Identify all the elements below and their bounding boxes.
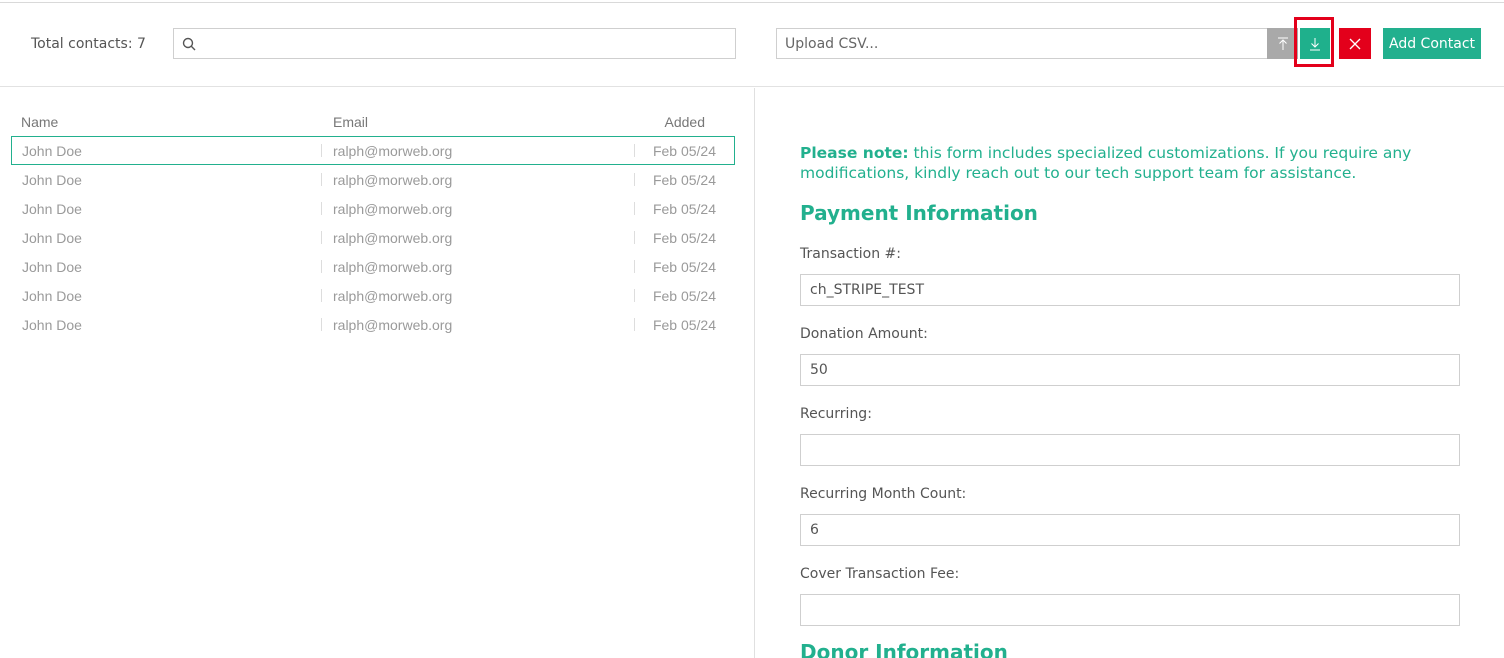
download-button-highlight	[1294, 17, 1334, 67]
contact-email: ralph@morweb.org	[333, 143, 453, 159]
column-divider	[321, 173, 322, 186]
column-divider	[634, 231, 635, 244]
search-input[interactable]	[204, 29, 729, 58]
donation-amount-field[interactable]: 50	[800, 354, 1460, 386]
note-emphasis: Please note:	[800, 144, 909, 162]
table-row[interactable]: John Doe ralph@morweb.org Feb 05/24	[11, 252, 735, 281]
contact-name: John Doe	[22, 201, 82, 217]
column-divider	[321, 260, 322, 273]
column-divider	[321, 318, 322, 331]
contact-email: ralph@morweb.org	[333, 201, 453, 217]
contact-added-date: Feb 05/24	[652, 288, 716, 304]
add-contact-button[interactable]: Add Contact	[1383, 28, 1481, 59]
column-divider	[634, 260, 635, 273]
column-divider	[321, 231, 322, 244]
cover-transaction-fee-label: Cover Transaction Fee:	[800, 566, 960, 582]
table-row[interactable]: John Doe ralph@morweb.org Feb 05/24	[11, 136, 735, 165]
contact-email: ralph@morweb.org	[333, 288, 453, 304]
column-header-email[interactable]: Email	[333, 114, 368, 130]
customization-note: Please note: this form includes speciali…	[800, 143, 1420, 183]
contact-added-date: Feb 05/24	[652, 172, 716, 188]
recurring-label: Recurring:	[800, 406, 872, 422]
transaction-number-value: ch_STRIPE_TEST	[810, 282, 924, 298]
close-icon	[1349, 38, 1361, 49]
recurring-month-count-label: Recurring Month Count:	[800, 486, 967, 502]
column-divider	[634, 173, 635, 186]
upload-csv-placeholder: Upload CSV...	[785, 36, 879, 52]
column-divider	[634, 144, 635, 157]
column-divider	[634, 202, 635, 215]
search-icon	[182, 37, 196, 51]
contacts-table-body: John Doe ralph@morweb.org Feb 05/24 John…	[11, 136, 735, 339]
upload-arrow-icon	[1277, 37, 1288, 50]
contact-email: ralph@morweb.org	[333, 230, 453, 246]
contact-name: John Doe	[22, 230, 82, 246]
column-divider	[634, 318, 635, 331]
total-contacts-count: Total contacts: 7	[31, 36, 146, 52]
table-row[interactable]: John Doe ralph@morweb.org Feb 05/24	[11, 281, 735, 310]
recurring-field[interactable]	[800, 434, 1460, 466]
transaction-number-field[interactable]: ch_STRIPE_TEST	[800, 274, 1460, 306]
contact-email: ralph@morweb.org	[333, 172, 453, 188]
clear-button[interactable]	[1339, 28, 1371, 59]
cover-transaction-fee-field[interactable]	[800, 594, 1460, 626]
contact-email: ralph@morweb.org	[333, 259, 453, 275]
contact-name: John Doe	[22, 172, 82, 188]
search-box[interactable]	[173, 28, 736, 59]
contact-name: John Doe	[22, 288, 82, 304]
column-divider	[321, 144, 322, 157]
column-divider	[634, 289, 635, 302]
table-row[interactable]: John Doe ralph@morweb.org Feb 05/24	[11, 223, 735, 252]
column-header-name[interactable]: Name	[21, 114, 58, 130]
contact-name: John Doe	[22, 259, 82, 275]
transaction-number-label: Transaction #:	[800, 246, 901, 262]
recurring-month-count-value: 6	[810, 522, 819, 538]
column-header-added[interactable]: Added	[665, 114, 705, 130]
column-divider	[321, 202, 322, 215]
contact-email: ralph@morweb.org	[333, 317, 453, 333]
contact-detail-form: Please note: this form includes speciali…	[756, 88, 1504, 658]
contact-name: John Doe	[22, 143, 82, 159]
contacts-list-panel: Name Email Added John Doe ralph@morweb.o…	[0, 88, 755, 658]
contact-added-date: Feb 05/24	[652, 317, 716, 333]
upload-csv-field[interactable]: Upload CSV...	[776, 28, 1268, 59]
donation-amount-label: Donation Amount:	[800, 326, 928, 342]
contact-added-date: Feb 05/24	[652, 230, 716, 246]
contacts-table-header: Name Email Added	[11, 114, 735, 134]
contact-name: John Doe	[22, 317, 82, 333]
table-row[interactable]: John Doe ralph@morweb.org Feb 05/24	[11, 310, 735, 339]
table-row[interactable]: John Doe ralph@morweb.org Feb 05/24	[11, 165, 735, 194]
payment-information-heading: Payment Information	[800, 201, 1038, 225]
column-divider	[321, 289, 322, 302]
contact-added-date: Feb 05/24	[652, 201, 716, 217]
recurring-month-count-field[interactable]: 6	[800, 514, 1460, 546]
contacts-toolbar: Total contacts: 7 Upload CSV... Add Cont	[0, 3, 1504, 87]
contact-added-date: Feb 05/24	[652, 259, 716, 275]
contact-added-date: Feb 05/24	[652, 143, 716, 159]
table-row[interactable]: John Doe ralph@morweb.org Feb 05/24	[11, 194, 735, 223]
donor-information-heading: Donor Information	[800, 640, 1008, 658]
donation-amount-value: 50	[810, 362, 828, 378]
